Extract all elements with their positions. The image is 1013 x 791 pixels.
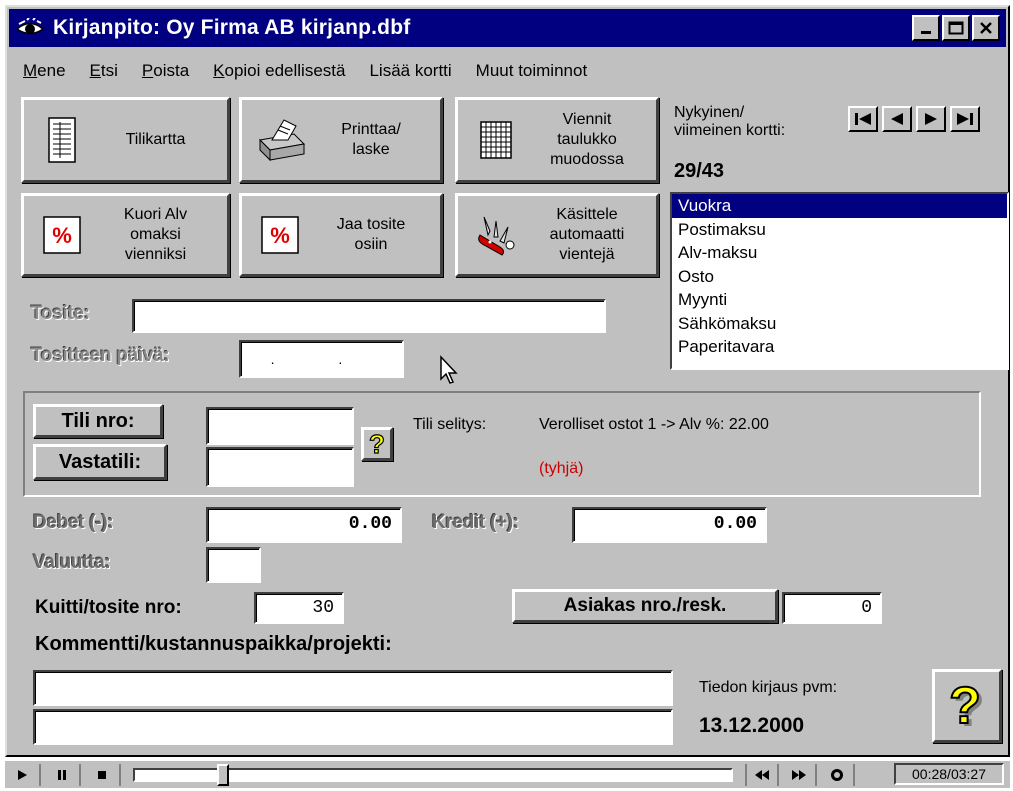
kuori-alv-label: Kuori Alv omaksi vienniksi (123, 206, 188, 263)
vastatili-button[interactable]: Vastatili: (33, 444, 167, 480)
rewind-icon[interactable] (745, 763, 779, 786)
valuutta-label: Valuutta: (33, 552, 111, 573)
percent-icon: % (34, 207, 90, 263)
record-navigator-label: Nykyinen/ viimeinen kortti: (674, 104, 786, 139)
vastatili-selitys-value: (tyhjä) (539, 460, 584, 477)
date-input[interactable]: . . (239, 340, 404, 378)
timecode-display: 00:28/03:27 (894, 763, 1004, 785)
window-title: Kirjanpito: Oy Firma AB kirjanp.dbf (53, 16, 411, 39)
close-icon[interactable] (972, 15, 1000, 41)
list-item-osto[interactable]: Osto (672, 265, 1007, 289)
kredit-input[interactable]: 0.00 (572, 507, 767, 543)
debet-label: Debet (-): (33, 512, 114, 533)
play-icon[interactable] (5, 763, 41, 786)
seek-thumb[interactable] (217, 763, 229, 786)
pause-icon[interactable] (45, 763, 81, 786)
svg-text:?: ? (949, 678, 981, 734)
kuitti-input[interactable]: 30 (254, 592, 344, 624)
list-item-vuokra[interactable]: Vuokra (672, 194, 1007, 218)
printer-icon (252, 112, 308, 168)
menu-etsi[interactable]: Etsi (90, 61, 118, 81)
record-position: 29/43 (674, 160, 725, 182)
document-icon (34, 112, 90, 168)
kommentti-input-2[interactable] (33, 709, 673, 745)
kommentti-input-1[interactable] (33, 670, 673, 706)
asiakas-input[interactable]: 0 (782, 592, 882, 624)
kuori-alv-button[interactable]: % Kuori Alv omaksi vienniksi (21, 193, 230, 277)
tilikartta-label: Tilikartta (125, 131, 186, 148)
tili-selitys-value: Verolliset ostot 1 -> Alv %: 22.00 (539, 416, 769, 433)
menu-muut-toiminnot[interactable]: Muut toiminnot (476, 61, 588, 81)
list-item-alv-maksu[interactable]: Alv-maksu (672, 241, 1007, 265)
percent-icon: % (252, 207, 308, 263)
tili-nro-button[interactable]: Tili nro: (33, 404, 163, 438)
menu-mene[interactable]: Mene (23, 61, 66, 81)
question-mark-icon: ? (368, 431, 385, 457)
menu-poista[interactable]: Poista (142, 61, 189, 81)
jaa-tosite-button[interactable]: % Jaa tosite osiin (239, 193, 443, 277)
viennit-label: Viennit taulukko muodossa (550, 111, 624, 168)
previous-record-icon[interactable] (882, 106, 912, 132)
valuutta-input[interactable] (206, 547, 261, 583)
grid-icon (468, 112, 524, 168)
account-lookup-button[interactable]: ? (361, 427, 393, 461)
vastatili-input[interactable] (206, 447, 354, 487)
jaa-tosite-label: Jaa tosite osiin (336, 216, 406, 253)
volume-icon[interactable] (821, 763, 855, 786)
stop-icon[interactable] (85, 763, 121, 786)
tosite-label: Tosite: (31, 303, 90, 324)
maximize-icon[interactable] (942, 15, 970, 41)
menu-kopioi-edellisesta[interactable]: Kopioi edellisestä (213, 61, 345, 81)
tilikartta-button[interactable]: Tilikartta (21, 97, 230, 183)
svg-text:%: % (270, 223, 290, 248)
tili-nro-input[interactable] (206, 407, 354, 445)
asiakas-button[interactable]: Asiakas nro./resk. (512, 589, 778, 623)
list-item-sahkomaksu[interactable]: Sähkömaksu (672, 312, 1007, 336)
fast-forward-icon[interactable] (783, 763, 817, 786)
mouse-pointer-icon (439, 355, 459, 390)
media-player-bar: 00:28/03:27 (5, 760, 1010, 788)
list-item-myynti[interactable]: Myynti (672, 288, 1007, 312)
question-mark-icon: ? ? (948, 678, 985, 734)
svg-text:%: % (52, 223, 72, 248)
list-item-paperitavara[interactable]: Paperitavara (672, 335, 1007, 359)
viennit-taulukko-button[interactable]: Viennit taulukko muodossa (455, 97, 659, 183)
kredit-label: Kredit (+): (432, 512, 519, 533)
date-label: Tositteen päivä: (31, 345, 170, 366)
list-item-postimaksu[interactable]: Postimaksu (672, 218, 1007, 242)
last-record-icon[interactable] (950, 106, 980, 132)
record-navigator: Nykyinen/ viimeinen kortti: 29/43 (668, 102, 1008, 190)
app-window: Kirjanpito: Oy Firma AB kirjanp.dbf Mene… (5, 5, 1010, 757)
kirjaus-label: Tiedon kirjaus pvm: (699, 679, 838, 696)
eye-icon[interactable] (13, 15, 47, 41)
tosite-input[interactable] (132, 299, 606, 333)
swiss-knife-icon (468, 207, 524, 263)
printtaa-label: Printtaa/ laske (341, 121, 401, 158)
debet-input[interactable]: 0.00 (206, 507, 402, 543)
entry-type-list[interactable]: Vuokra Postimaksu Alv-maksu Osto Myynti … (670, 192, 1009, 370)
menu-bar: Mene Etsi Poista Kopioi edellisestä Lisä… (9, 59, 1006, 83)
menu-lisaa-kortti[interactable]: Lisää kortti (369, 61, 451, 81)
title-bar[interactable]: Kirjanpito: Oy Firma AB kirjanp.dbf (9, 9, 1006, 47)
svg-text:?: ? (369, 431, 385, 457)
seek-track[interactable] (133, 763, 733, 786)
kirjaus-date: 13.12.2000 (699, 714, 805, 737)
help-button[interactable]: ? ? (932, 669, 1002, 743)
kasittele-automaatti-button[interactable]: Käsittele automaatti vientejä (455, 193, 659, 277)
next-record-icon[interactable] (916, 106, 946, 132)
tili-selitys-label: Tili selitys: (413, 416, 487, 433)
minimize-icon[interactable] (912, 15, 940, 41)
kasittele-label: Käsittele automaatti vientejä (549, 206, 625, 263)
kuitti-label: Kuitti/tosite nro: (35, 597, 182, 618)
printtaa-laske-button[interactable]: Printtaa/ laske (239, 97, 443, 183)
kommentti-label: Kommentti/kustannuspaikka/projekti: (35, 633, 392, 655)
first-record-icon[interactable] (848, 106, 878, 132)
